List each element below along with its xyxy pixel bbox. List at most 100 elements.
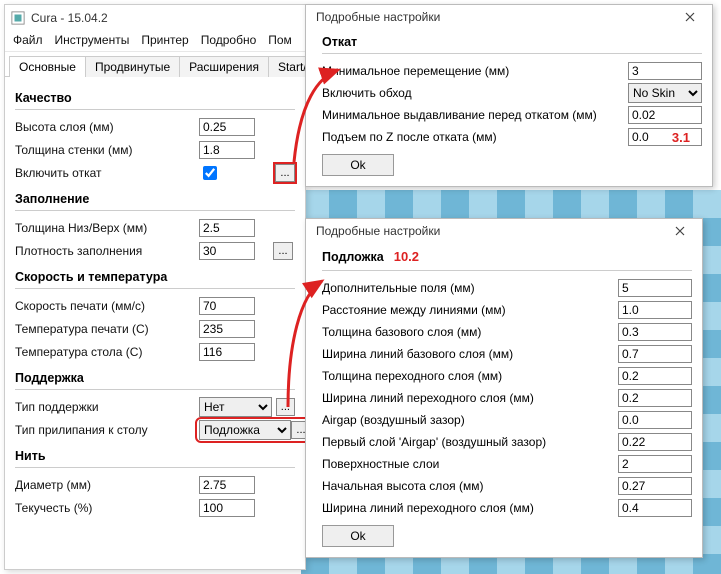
label: Высота слоя (мм) xyxy=(15,120,199,134)
retract-checkbox[interactable] xyxy=(203,166,217,180)
surface-thickness-input[interactable] xyxy=(618,477,692,495)
row-extra-margin: Дополнительные поля (мм) xyxy=(322,277,692,299)
row-adhesion: Тип прилипания к столу Подложка ... xyxy=(15,419,295,441)
interface-linewidth-input[interactable] xyxy=(618,389,692,407)
row-wall: Толщина стенки (мм) xyxy=(15,139,295,161)
row-base-thick: Толщина базового слоя (мм) xyxy=(322,321,692,343)
row-surf-layers: Поверхностные слои xyxy=(322,453,692,475)
retract-details-button[interactable]: ... xyxy=(275,164,295,182)
wall-thickness-input[interactable] xyxy=(199,141,255,159)
min-travel-input[interactable] xyxy=(628,62,702,80)
divider xyxy=(15,467,295,468)
label: Минимальное выдавливание перед откатом (… xyxy=(322,108,628,122)
row-surf-linew: Ширина линий переходного слоя (мм) xyxy=(322,497,692,519)
label: Первый слой 'Airgap' (воздушный зазор) xyxy=(322,435,618,449)
row-iface-thick: Толщина переходного слоя (мм) xyxy=(322,365,692,387)
menu-details[interactable]: Подробно xyxy=(201,33,257,47)
menu-help[interactable]: Пом xyxy=(268,33,292,47)
surface-layers-input[interactable] xyxy=(618,455,692,473)
flow-input[interactable] xyxy=(199,499,255,517)
window-title: Cura - 15.04.2 xyxy=(31,11,108,25)
zhop-input[interactable] xyxy=(628,128,702,146)
fill-density-input[interactable] xyxy=(199,242,255,260)
label: Расстояние между линиями (мм) xyxy=(322,303,618,317)
bed-temp-input[interactable] xyxy=(199,343,255,361)
line-spacing-input[interactable] xyxy=(618,301,692,319)
divider xyxy=(15,288,295,289)
print-temp-input[interactable] xyxy=(199,320,255,338)
label: Диаметр (мм) xyxy=(15,478,199,492)
cura-main-window: Cura - 15.04.2 Файл Инструменты Принтер … xyxy=(4,4,306,570)
row-print-speed: Скорость печати (мм/с) xyxy=(15,295,295,317)
divider xyxy=(15,389,295,390)
dialog-titlebar: Подробные настройки xyxy=(306,5,712,29)
row-diameter: Диаметр (мм) xyxy=(15,474,295,496)
label: Плотность заполнения xyxy=(15,244,199,258)
dialog-title: Подробные настройки xyxy=(316,10,440,24)
label: Толщина переходного слоя (мм) xyxy=(322,369,618,383)
section-fill: Заполнение xyxy=(15,192,295,206)
interface-thickness-input[interactable] xyxy=(618,367,692,385)
surface-linewidth-input[interactable] xyxy=(618,499,692,517)
dialog-section: Откат xyxy=(322,35,702,49)
extra-margin-input[interactable] xyxy=(618,279,692,297)
row-min-travel: Минимальное перемещение (мм) xyxy=(322,60,702,82)
divider xyxy=(322,270,692,271)
section-filament: Нить xyxy=(15,449,295,463)
label: Включить откат xyxy=(15,166,199,180)
close-button[interactable] xyxy=(674,7,706,27)
divider xyxy=(15,109,295,110)
close-button[interactable] xyxy=(664,221,696,241)
menu-tools[interactable]: Инструменты xyxy=(55,33,130,47)
divider xyxy=(322,53,702,54)
retract-expert-dialog: Подробные настройки Откат Минимальное пе… xyxy=(305,4,713,187)
airgap-input[interactable] xyxy=(618,411,692,429)
menubar[interactable]: Файл Инструменты Принтер Подробно Пом xyxy=(5,31,305,52)
tab-plugins[interactable]: Расширения xyxy=(179,56,269,77)
menu-printer[interactable]: Принтер xyxy=(141,33,188,47)
label: Ширина линий базового слоя (мм) xyxy=(322,347,618,361)
tab-advanced[interactable]: Продвинутые xyxy=(85,56,180,77)
row-print-temp: Температура печати (C) xyxy=(15,318,295,340)
base-linewidth-input[interactable] xyxy=(618,345,692,363)
ok-button[interactable]: Ok xyxy=(322,154,394,176)
row-combing: Включить обход No Skin xyxy=(322,82,702,104)
print-speed-input[interactable] xyxy=(199,297,255,315)
combing-select[interactable]: No Skin xyxy=(628,83,702,103)
diameter-input[interactable] xyxy=(199,476,255,494)
row-bed-temp: Температура стола (C) xyxy=(15,341,295,363)
min-extrude-input[interactable] xyxy=(628,106,702,124)
label: Толщина базового слоя (мм) xyxy=(322,325,618,339)
label: Airgap (воздушный зазор) xyxy=(322,413,618,427)
dialog-section: Подложка xyxy=(322,250,384,264)
adhesion-select[interactable]: Подложка xyxy=(199,420,291,440)
row-line-spacing: Расстояние между линиями (мм) xyxy=(322,299,692,321)
row-first-airgap: Первый слой 'Airgap' (воздушный зазор) xyxy=(322,431,692,453)
section-quality: Качество xyxy=(15,91,295,105)
topbottom-input[interactable] xyxy=(199,219,255,237)
label: Текучесть (%) xyxy=(15,501,199,515)
first-airgap-input[interactable] xyxy=(618,433,692,451)
label: Температура стола (C) xyxy=(15,345,199,359)
annotation-10-2: 10.2 xyxy=(394,249,419,264)
fill-details-button[interactable]: ... xyxy=(273,242,293,260)
section-support: Поддержка xyxy=(15,371,295,385)
row-zhop: Подъем по Z после отката (мм) 3.1 xyxy=(322,126,702,148)
tabs: Основные Продвинутые Расширения Start/En… xyxy=(5,52,305,77)
tab-basic[interactable]: Основные xyxy=(9,56,86,77)
app-icon xyxy=(11,11,25,25)
close-icon xyxy=(685,12,695,22)
row-layer-height: Высота слоя (мм) xyxy=(15,116,295,138)
label: Толщина стенки (мм) xyxy=(15,143,199,157)
ok-button[interactable]: Ok xyxy=(322,525,394,547)
support-details-button[interactable]: ... xyxy=(276,398,295,416)
label: Ширина линий переходного слоя (мм) xyxy=(322,501,618,515)
layer-height-input[interactable] xyxy=(199,118,255,136)
label: Включить обход xyxy=(322,86,628,100)
label: Толщина Низ/Верх (мм) xyxy=(15,221,199,235)
label: Температура печати (C) xyxy=(15,322,199,336)
label: Тип прилипания к столу xyxy=(15,423,195,437)
menu-file[interactable]: Файл xyxy=(13,33,43,47)
support-type-select[interactable]: Нет xyxy=(199,397,272,417)
base-thickness-input[interactable] xyxy=(618,323,692,341)
